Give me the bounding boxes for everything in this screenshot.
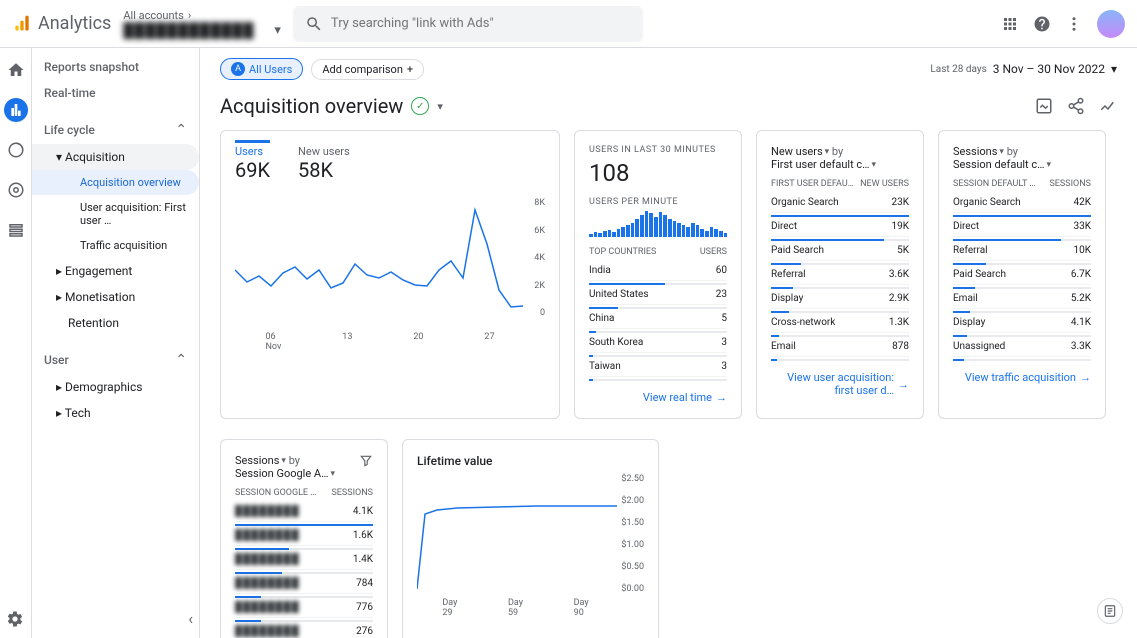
sidebar-engagement[interactable]: ▸ Engagement [32,258,199,284]
table-row: Organic Search42K [953,193,1091,213]
rail-explore-icon[interactable] [4,138,28,162]
table-row: Direct19K [771,217,909,237]
status-badge[interactable]: ✓ [411,97,429,115]
link-view-realtime[interactable]: View real time→ [589,391,727,404]
table-row: Email5.2K [953,289,1091,309]
table-row: Unassigned3.3K [953,337,1091,357]
sidebar-tech[interactable]: ▸ Tech [32,400,199,426]
table-row: ████████4.1K [235,502,373,522]
insights-icon[interactable] [1099,97,1117,115]
table-row: Taiwan3 [589,357,727,377]
table-row: ████████1.4K [235,550,373,570]
sidebar-monetisation[interactable]: ▸ Monetisation [32,284,199,310]
sidebar-acquisition-overview[interactable]: Acquisition overview [32,170,199,195]
users-line-chart [235,198,535,318]
apps-icon[interactable] [1001,15,1019,33]
sel-session-channel[interactable]: Session default c…▾ [953,158,1051,171]
sel-first-user-channel[interactable]: First user default c…▾ [771,158,876,171]
sidebar-retention[interactable]: Retention [32,310,199,336]
card-sessions-by: Sessions▾ by Session default c…▾ SESSION… [938,130,1106,419]
ga-logo-icon [12,14,32,34]
account-selector[interactable]: All accounts› ████████████▾ [123,9,281,39]
rail-configure-icon[interactable] [4,218,28,242]
link-view-user-acq[interactable]: View user acquisition: first user d…→ [771,371,909,397]
sel-sessions[interactable]: Sessions▾ [953,145,1004,158]
tab-users[interactable]: Users69K [235,140,270,182]
filter-icon[interactable] [359,454,373,468]
date-range-picker[interactable]: Last 28 days 3 Nov – 30 Nov 2022 ▾ [930,62,1117,76]
avatar[interactable] [1097,10,1125,38]
card-users-trend: Users69K New users58K 8K6K4K2K0 06 Nov13… [220,130,560,419]
table-row: Referral3.6K [771,265,909,285]
realtime-bars [589,207,727,237]
logo-text: Analytics [38,13,111,34]
notes-icon[interactable] [1097,598,1123,624]
table-row: Direct33K [953,217,1091,237]
table-row: South Korea3 [589,333,727,353]
chevron-down-icon: ▾ [1111,62,1117,76]
chevron-up-icon: ⌃ [175,122,187,138]
collapse-sidebar-icon[interactable]: ‹ [188,609,193,628]
sidebar-user[interactable]: User⌃ [32,346,199,374]
table-row: ████████776 [235,598,373,618]
rail-advertising-icon[interactable] [4,178,28,202]
sel-gads-campaign[interactable]: Session Google A…▾ [235,467,335,480]
sidebar-reports-snapshot[interactable]: Reports snapshot [32,54,199,80]
search-icon [305,15,323,33]
table-row: Email878 [771,337,909,357]
sidebar-realtime[interactable]: Real-time [32,80,199,106]
sidebar-lifecycle[interactable]: Life cycle⌃ [32,116,199,144]
card-realtime: USERS IN LAST 30 MINUTES 108 USERS PER M… [574,130,742,419]
gear-icon[interactable] [6,610,24,628]
table-row: Paid Search5K [771,241,909,261]
sidebar-traffic-acquisition[interactable]: Traffic acquisition [32,233,199,258]
tab-new-users[interactable]: New users58K [298,145,350,182]
more-icon[interactable] [1065,15,1083,33]
rail-home-icon[interactable] [4,58,28,82]
table-row: ████████276 [235,622,373,638]
help-icon[interactable] [1033,15,1051,33]
customize-icon[interactable] [1035,97,1053,115]
sel-sessions-gads[interactable]: Sessions▾ [235,454,286,467]
sidebar-acquisition[interactable]: ▾ Acquisition [32,144,199,170]
page-title: Acquisition overview [220,94,403,118]
chevron-up-icon: ⌃ [175,352,187,368]
chevron-down-icon[interactable]: ▾ [437,100,443,113]
table-row: ████████1.6K [235,526,373,546]
table-row: Organic Search23K [771,193,909,213]
link-view-traffic-acq[interactable]: View traffic acquisition→ [953,371,1091,384]
ltv-chart [417,474,632,594]
search-input[interactable] [293,6,643,42]
sel-new-users[interactable]: New users▾ [771,145,829,158]
table-row: United States23 [589,285,727,305]
card-sessions-gads: Sessions▾ by Session Google A…▾ SESSION … [220,439,388,638]
table-row: ████████784 [235,574,373,594]
table-row: India60 [589,261,727,281]
table-row: Display2.9K [771,289,909,309]
rail-reports-icon[interactable] [4,98,28,122]
table-row: Paid Search6.7K [953,265,1091,285]
card-new-users-by: New users▾ by First user default c…▾ FIR… [756,130,924,419]
table-row: Cross-network1.3K [771,313,909,333]
share-icon[interactable] [1067,97,1085,115]
table-row: Referral10K [953,241,1091,261]
chevron-down-icon: ▾ [274,23,281,38]
table-row: China5 [589,309,727,329]
card-ltv: Lifetime value $2.50$2.00$1.50$1.00$0.50… [402,439,659,638]
add-comparison-button[interactable]: Add comparison+ [311,59,424,80]
sidebar-demographics[interactable]: ▸ Demographics [32,374,199,400]
segment-all-users[interactable]: AAll Users [220,58,303,80]
table-row: Display4.1K [953,313,1091,333]
sidebar-user-acquisition[interactable]: User acquisition: First user … [32,195,199,233]
